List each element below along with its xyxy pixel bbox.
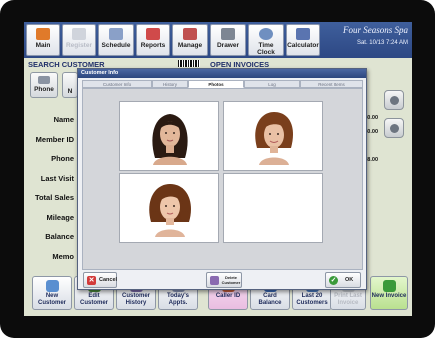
phone-icon [38,76,50,84]
empty-photo-slot[interactable] [223,173,323,243]
top-toolbar: Main Register Schedule Reports Manage Dr… [24,22,412,58]
checkmark-icon: ✓ [329,276,338,285]
name-label: Name [53,115,74,124]
manage-icon [183,28,197,40]
cancel-button[interactable]: ✕ Cancel [83,272,117,288]
dialog-title: Customer Info [78,69,366,78]
mileage-label: Mileage [46,212,74,222]
scroll-down-button[interactable] [384,118,404,138]
close-icon: ✕ [87,276,96,285]
calendar-icon [109,28,123,40]
photo-slot[interactable] [119,173,219,243]
name-search-button[interactable]: N [62,72,78,98]
last-visit-label: Last Visit [40,173,74,183]
new-invoice-icon [382,280,396,292]
new-customer-button[interactable]: New Customer [32,276,72,310]
calculator-button[interactable]: Calculator [286,24,320,56]
customer-photo [251,108,297,165]
drawer-button[interactable]: Drawer [210,24,246,56]
schedule-button[interactable]: Schedule [98,24,134,56]
scroll-up-button[interactable] [384,90,404,110]
reports-button[interactable]: Reports [136,24,170,56]
member-id-label: Member ID [35,134,74,144]
delete-customer-button[interactable]: Delete Customer [206,272,242,288]
customer-photo [147,108,193,165]
photo-slot[interactable] [223,101,323,171]
delete-customer-icon [210,276,219,285]
register-button: Register [62,24,96,56]
new-customer-icon [45,280,59,292]
time-clock-button[interactable]: Time Clock [248,24,284,56]
main-button[interactable]: Main [26,24,60,56]
brand-block: Four Seasons Spa Sat. 10/13 7:24 AM [316,25,408,46]
app-screen: Main Register Schedule Reports Manage Dr… [24,22,412,316]
tab-customer-info[interactable]: Customer Info [82,80,152,88]
ok-button[interactable]: ✓ OK [325,272,361,288]
customer-info-dialog: Customer Info Customer Info History Phot… [77,68,367,290]
total-sales-label: Total Sales [34,193,74,202]
brand-name: Four Seasons Spa [343,25,408,35]
barcode-icon [178,60,200,67]
circle-icon [390,124,399,133]
tab-log[interactable]: Log [244,80,300,88]
phone-label: Phone [51,154,74,163]
customer-photo [147,180,193,237]
customer-field-labels: Name Member ID Phone Last Visit Total Sa… [24,110,74,266]
photos-panel [82,88,363,270]
tab-recent-items[interactable]: Recent Items [300,80,363,88]
tab-photos[interactable]: Photos [188,80,244,88]
date-time: Sat. 10/13 7:24 AM [356,40,408,46]
tab-history[interactable]: History [152,80,188,88]
reports-icon [146,28,160,40]
drawer-icon [221,28,235,40]
memo-label: Memo [52,251,74,261]
manage-button[interactable]: Manage [172,24,208,56]
new-invoice-button[interactable]: New Invoice [370,276,408,310]
dialog-tabs: Customer Info History Photos Log Recent … [82,80,363,88]
phone-search-button[interactable]: Phone [30,72,58,98]
balance-label: Balance [45,232,74,241]
home-icon [36,28,50,40]
photo-slot[interactable] [119,101,219,171]
clock-icon [259,28,273,40]
circle-icon [390,96,399,105]
register-icon [72,28,86,40]
calculator-icon [296,28,310,40]
